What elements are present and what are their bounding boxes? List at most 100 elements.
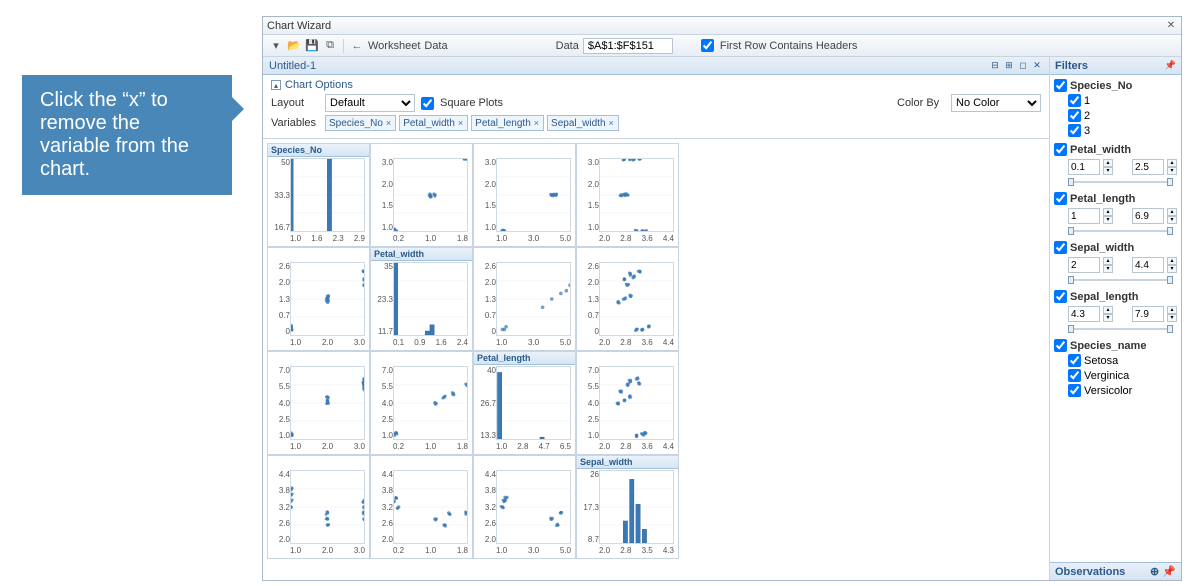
spinner-up-icon[interactable]: ▴ [1103, 159, 1113, 167]
filter-item-checkbox[interactable] [1068, 369, 1081, 382]
tab-title[interactable]: Untitled-1 [269, 60, 316, 72]
toolbar: ▾ 📂 💾 ⧉ ← Worksheet Data Data First Row … [263, 35, 1181, 57]
x-axis: 0.21.01.8 [393, 546, 468, 556]
colorby-select[interactable]: No Color [951, 94, 1041, 112]
back-icon[interactable]: ← [350, 39, 364, 53]
spinner-up-icon[interactable]: ▴ [1103, 257, 1113, 265]
save-icon[interactable]: 💾 [305, 39, 319, 53]
tab-max-icon[interactable]: ◻ [1017, 60, 1029, 72]
remove-variable-icon[interactable]: × [608, 118, 615, 128]
cell-title: Petal_length [474, 352, 575, 365]
spinner-up-icon[interactable]: ▴ [1167, 257, 1177, 265]
spinner-up-icon[interactable]: ▴ [1167, 208, 1177, 216]
filter-max-input[interactable]: 7.9 [1132, 306, 1164, 322]
filter-item-checkbox[interactable] [1068, 109, 1081, 122]
matrix-cell: Species_No5033.316.71.01.62.32.9 [267, 143, 370, 247]
spinner-down-icon[interactable]: ▾ [1167, 216, 1177, 224]
filter-min-input[interactable]: 0.1 [1068, 159, 1100, 175]
variable-tag: Species_No× [325, 115, 396, 131]
spinner-up-icon[interactable]: ▴ [1103, 306, 1113, 314]
copy-icon[interactable]: ⧉ [323, 39, 337, 53]
x-axis: 1.02.03.0 [290, 338, 365, 348]
crumb-label: Data [424, 40, 447, 52]
filter-item-checkbox[interactable] [1068, 384, 1081, 397]
x-axis: 2.02.83.64.4 [599, 234, 674, 244]
spinner-up-icon[interactable]: ▴ [1167, 306, 1177, 314]
filter-max-input[interactable]: 6.9 [1132, 208, 1164, 224]
spinner-down-icon[interactable]: ▾ [1103, 167, 1113, 175]
new-icon[interactable]: ▾ [269, 39, 283, 53]
filter-item-checkbox[interactable] [1068, 354, 1081, 367]
filter-min-input[interactable]: 1 [1068, 208, 1100, 224]
y-axis: 4.43.83.22.62.0 [476, 470, 496, 544]
filters-panel: Filters 📌 Species_No 1 2 3 Petal_width0.… [1049, 57, 1181, 580]
remove-variable-icon[interactable]: × [457, 118, 464, 128]
obs-pin-icon[interactable]: ⊕ 📌 [1150, 565, 1176, 578]
filter-group-checkbox[interactable] [1054, 339, 1067, 352]
y-axis: 3.02.01.51.0 [476, 158, 496, 232]
headers-label: First Row Contains Headers [720, 40, 858, 52]
remove-variable-icon[interactable]: × [533, 118, 540, 128]
spinner-down-icon[interactable]: ▾ [1103, 314, 1113, 322]
layout-select[interactable]: Default [325, 94, 415, 112]
filter-group-checkbox[interactable] [1054, 79, 1067, 92]
tab-min-icon[interactable]: ⊟ [989, 60, 1001, 72]
close-icon[interactable]: ✕ [1165, 20, 1177, 32]
open-icon[interactable]: 📂 [287, 39, 301, 53]
plot-area [599, 366, 674, 440]
filter-max-input[interactable]: 4.4 [1132, 257, 1164, 273]
filter-item-checkbox[interactable] [1068, 124, 1081, 137]
filter-slider[interactable] [1068, 227, 1173, 235]
cell-title: Species_No [268, 144, 369, 157]
spinner-down-icon[interactable]: ▾ [1103, 265, 1113, 273]
spinner-down-icon[interactable]: ▾ [1167, 167, 1177, 175]
remove-variable-icon[interactable]: × [385, 118, 392, 128]
filter-min-input[interactable]: 4.3 [1068, 306, 1100, 322]
filter-item-checkbox[interactable] [1068, 94, 1081, 107]
plot-area [599, 158, 674, 232]
spinner-down-icon[interactable]: ▾ [1103, 216, 1113, 224]
filter-group-checkbox[interactable] [1054, 290, 1067, 303]
filter-group: Petal_length1▴▾6.9▴▾ [1054, 192, 1177, 235]
data-label: Data [556, 40, 579, 52]
spinner-down-icon[interactable]: ▾ [1167, 265, 1177, 273]
filter-group-name: Sepal_length [1070, 291, 1138, 303]
variable-tag: Sepal_width× [547, 115, 619, 131]
pin-icon[interactable]: 📌 [1165, 60, 1176, 71]
spinner-down-icon[interactable]: ▾ [1167, 314, 1177, 322]
filter-group-name: Petal_width [1070, 144, 1131, 156]
variable-tag: Petal_width× [399, 115, 468, 131]
y-axis: 7.05.54.02.51.0 [270, 366, 290, 440]
tab-close-icon[interactable]: ✕ [1031, 60, 1043, 72]
titlebar: Chart Wizard ✕ [263, 17, 1181, 35]
collapse-icon[interactable]: ▴ [271, 80, 281, 90]
x-axis: 0.10.91.62.4 [393, 338, 468, 348]
matrix-cell: 2.62.01.30.702.02.83.64.4 [576, 247, 679, 351]
filter-group-name: Sepal_width [1070, 242, 1134, 254]
colorby-label: Color By [897, 97, 945, 109]
matrix-cell: Sepal_width2617.38.72.02.83.54.3 [576, 455, 679, 559]
filter-group-checkbox[interactable] [1054, 241, 1067, 254]
variable-tag-label: Petal_length [475, 118, 531, 129]
filter-slider[interactable] [1068, 325, 1173, 333]
filter-group-name: Species_No [1070, 80, 1132, 92]
filter-group-checkbox[interactable] [1054, 192, 1067, 205]
data-range-input[interactable] [583, 38, 673, 54]
spinner-up-icon[interactable]: ▴ [1103, 208, 1113, 216]
filter-item-label: Versicolor [1084, 385, 1132, 397]
tab-restore-icon[interactable]: ⊞ [1003, 60, 1015, 72]
filter-group-checkbox[interactable] [1054, 143, 1067, 156]
filter-slider[interactable] [1068, 276, 1173, 284]
filter-slider[interactable] [1068, 178, 1173, 186]
spinner-up-icon[interactable]: ▴ [1167, 159, 1177, 167]
y-axis: 2.62.01.30.70 [579, 262, 599, 336]
headers-checkbox[interactable] [701, 39, 714, 52]
filter-group: Species_name Setosa Verginica Versicolor [1054, 339, 1177, 397]
matrix-cell: 7.05.54.02.51.00.21.01.8 [370, 351, 473, 455]
filter-max-input[interactable]: 2.5 [1132, 159, 1164, 175]
variable-tag-label: Petal_width [403, 118, 455, 129]
filter-min-input[interactable]: 2 [1068, 257, 1100, 273]
square-plots-checkbox[interactable] [421, 97, 434, 110]
x-axis: 1.02.03.0 [290, 546, 365, 556]
filter-group: Sepal_width2▴▾4.4▴▾ [1054, 241, 1177, 284]
